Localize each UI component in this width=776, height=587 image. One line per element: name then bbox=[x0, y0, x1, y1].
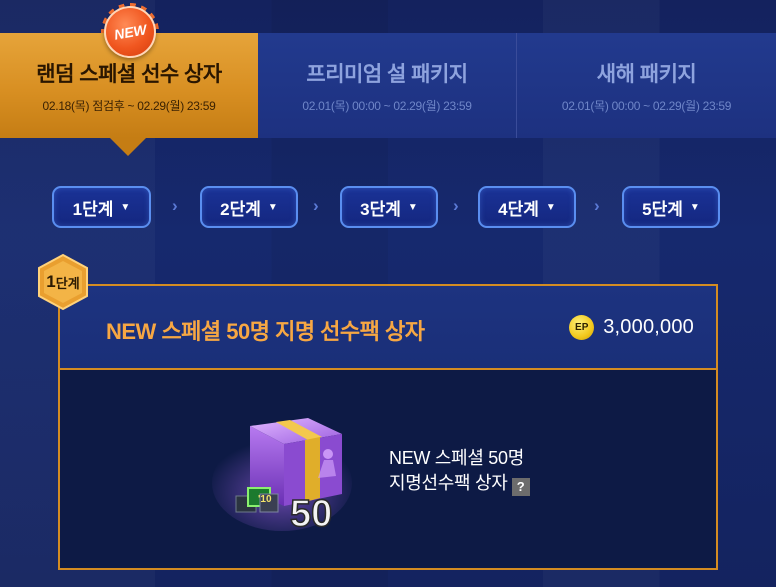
player-pack-box-image[interactable]: '10 50 bbox=[210, 408, 360, 536]
tab-date: 02.01(목) 00:00 ~ 02.29(월) 23:59 bbox=[302, 98, 472, 113]
caret-down-icon: ▼ bbox=[267, 201, 278, 213]
tab-title: 랜덤 스페셜 선수 상자 bbox=[36, 62, 222, 86]
new-badge-label: NEW bbox=[112, 21, 148, 43]
step-5-dropdown[interactable]: 5단계 ▼ bbox=[622, 186, 720, 228]
item-name-line1: NEW 스페셜 50명 bbox=[389, 448, 524, 468]
chevron-right-icon: › bbox=[313, 196, 319, 215]
item-name-line2-wrap: 지명선수팩 상자? bbox=[389, 471, 530, 496]
product-body bbox=[58, 368, 718, 570]
caret-down-icon: ▼ bbox=[689, 201, 700, 213]
tab-title: 새해 패키지 bbox=[596, 62, 697, 86]
chevron-right-icon: › bbox=[172, 196, 178, 215]
tab-premium-newyear-package[interactable]: 프리미엄 설 패키지 02.01(목) 00:00 ~ 02.29(월) 23:… bbox=[258, 33, 517, 138]
step-badge: 1 단계 bbox=[34, 253, 92, 311]
step-label: 5단계 bbox=[642, 199, 683, 219]
tab-date: 02.18(목) 점검후 ~ 02.29(월) 23:59 bbox=[42, 98, 216, 113]
new-badge: NEW bbox=[101, 3, 159, 61]
product-header: NEW 스페셜 50명 지명 선수팩 상자 EP 3,000,000 bbox=[58, 284, 718, 368]
step-label: 2단계 bbox=[220, 199, 261, 219]
caret-down-icon: ▼ bbox=[545, 201, 556, 213]
tab-date: 02.01(목) 00:00 ~ 02.29(월) 23:59 bbox=[561, 98, 732, 113]
step-4-dropdown[interactable]: 4단계 ▼ bbox=[478, 186, 576, 228]
ep-coin-icon: EP bbox=[569, 315, 595, 340]
caret-down-icon: ▼ bbox=[120, 201, 131, 213]
price-display: EP 3,000,000 bbox=[569, 315, 694, 340]
step-3-dropdown[interactable]: 3단계 ▼ bbox=[340, 186, 438, 228]
tab-newyear-package[interactable]: 새해 패키지 02.01(목) 00:00 ~ 02.29(월) 23:59 bbox=[517, 33, 776, 138]
purple-box-icon: '10 50 bbox=[212, 418, 352, 536]
product-price: 3,000,000 bbox=[603, 316, 694, 338]
step-badge-suffix: 단계 bbox=[55, 275, 80, 291]
step-badge-number: 1 bbox=[46, 272, 56, 291]
step-2-dropdown[interactable]: 2단계 ▼ bbox=[200, 186, 298, 228]
pack-count-label: 50 bbox=[290, 493, 332, 533]
tab-title: 프리미엄 설 패키지 bbox=[306, 62, 468, 86]
product-title: NEW 스페셜 50명 지명 선수팩 상자 bbox=[106, 319, 425, 344]
step-1-dropdown[interactable]: 1단계 ▼ bbox=[52, 186, 151, 228]
step-label: 1단계 bbox=[72, 199, 114, 219]
help-icon[interactable]: ? bbox=[511, 477, 530, 496]
caret-down-icon: ▼ bbox=[407, 201, 418, 213]
active-tab-pointer bbox=[110, 138, 146, 156]
item-name-line2: 지명선수팩 상자 bbox=[389, 473, 508, 493]
card-year-tag: '10 bbox=[258, 494, 272, 505]
step-label: 3단계 bbox=[360, 199, 401, 219]
item-name: NEW 스페셜 50명 지명선수팩 상자? bbox=[389, 446, 530, 496]
step-selector: 1단계 ▼ › 2단계 ▼ › 3단계 ▼ › 4단계 ▼ › 5단계 ▼ bbox=[0, 186, 776, 230]
chevron-right-icon: › bbox=[594, 196, 600, 215]
step-label: 4단계 bbox=[498, 199, 539, 219]
chevron-right-icon: › bbox=[453, 196, 459, 215]
